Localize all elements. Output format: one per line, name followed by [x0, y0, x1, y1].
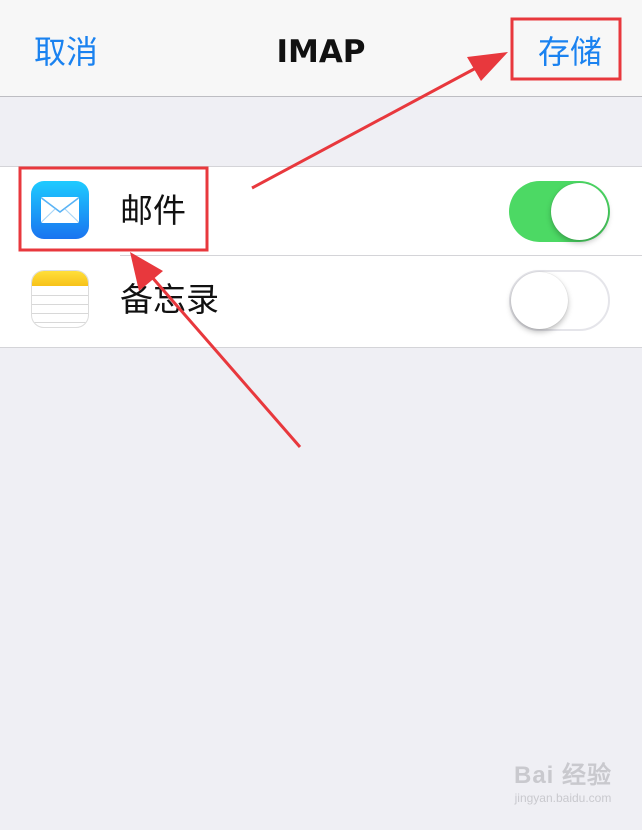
account-sync-group: 邮件 备忘录 [0, 166, 642, 348]
annotation-overlay [18, 17, 622, 448]
notes-label: 备忘录 [120, 280, 219, 319]
mail-toggle[interactable] [509, 181, 610, 242]
cancel-button[interactable]: 取消 [34, 30, 98, 74]
notes-toggle[interactable] [509, 270, 610, 331]
notes-icon [31, 270, 89, 328]
toggle-knob [511, 272, 568, 329]
save-button[interactable]: 存储 [538, 30, 602, 74]
mail-label: 邮件 [120, 191, 186, 230]
watermark-logo: Bai 经验 jingyan.baidu.com [513, 762, 612, 805]
mail-icon [31, 181, 89, 239]
list-item-notes: 备忘录 [0, 256, 642, 345]
list-item-mail: 邮件 [0, 167, 642, 256]
navigation-bar: 取消 IMAP 存储 [0, 0, 642, 97]
toggle-knob [551, 183, 608, 240]
